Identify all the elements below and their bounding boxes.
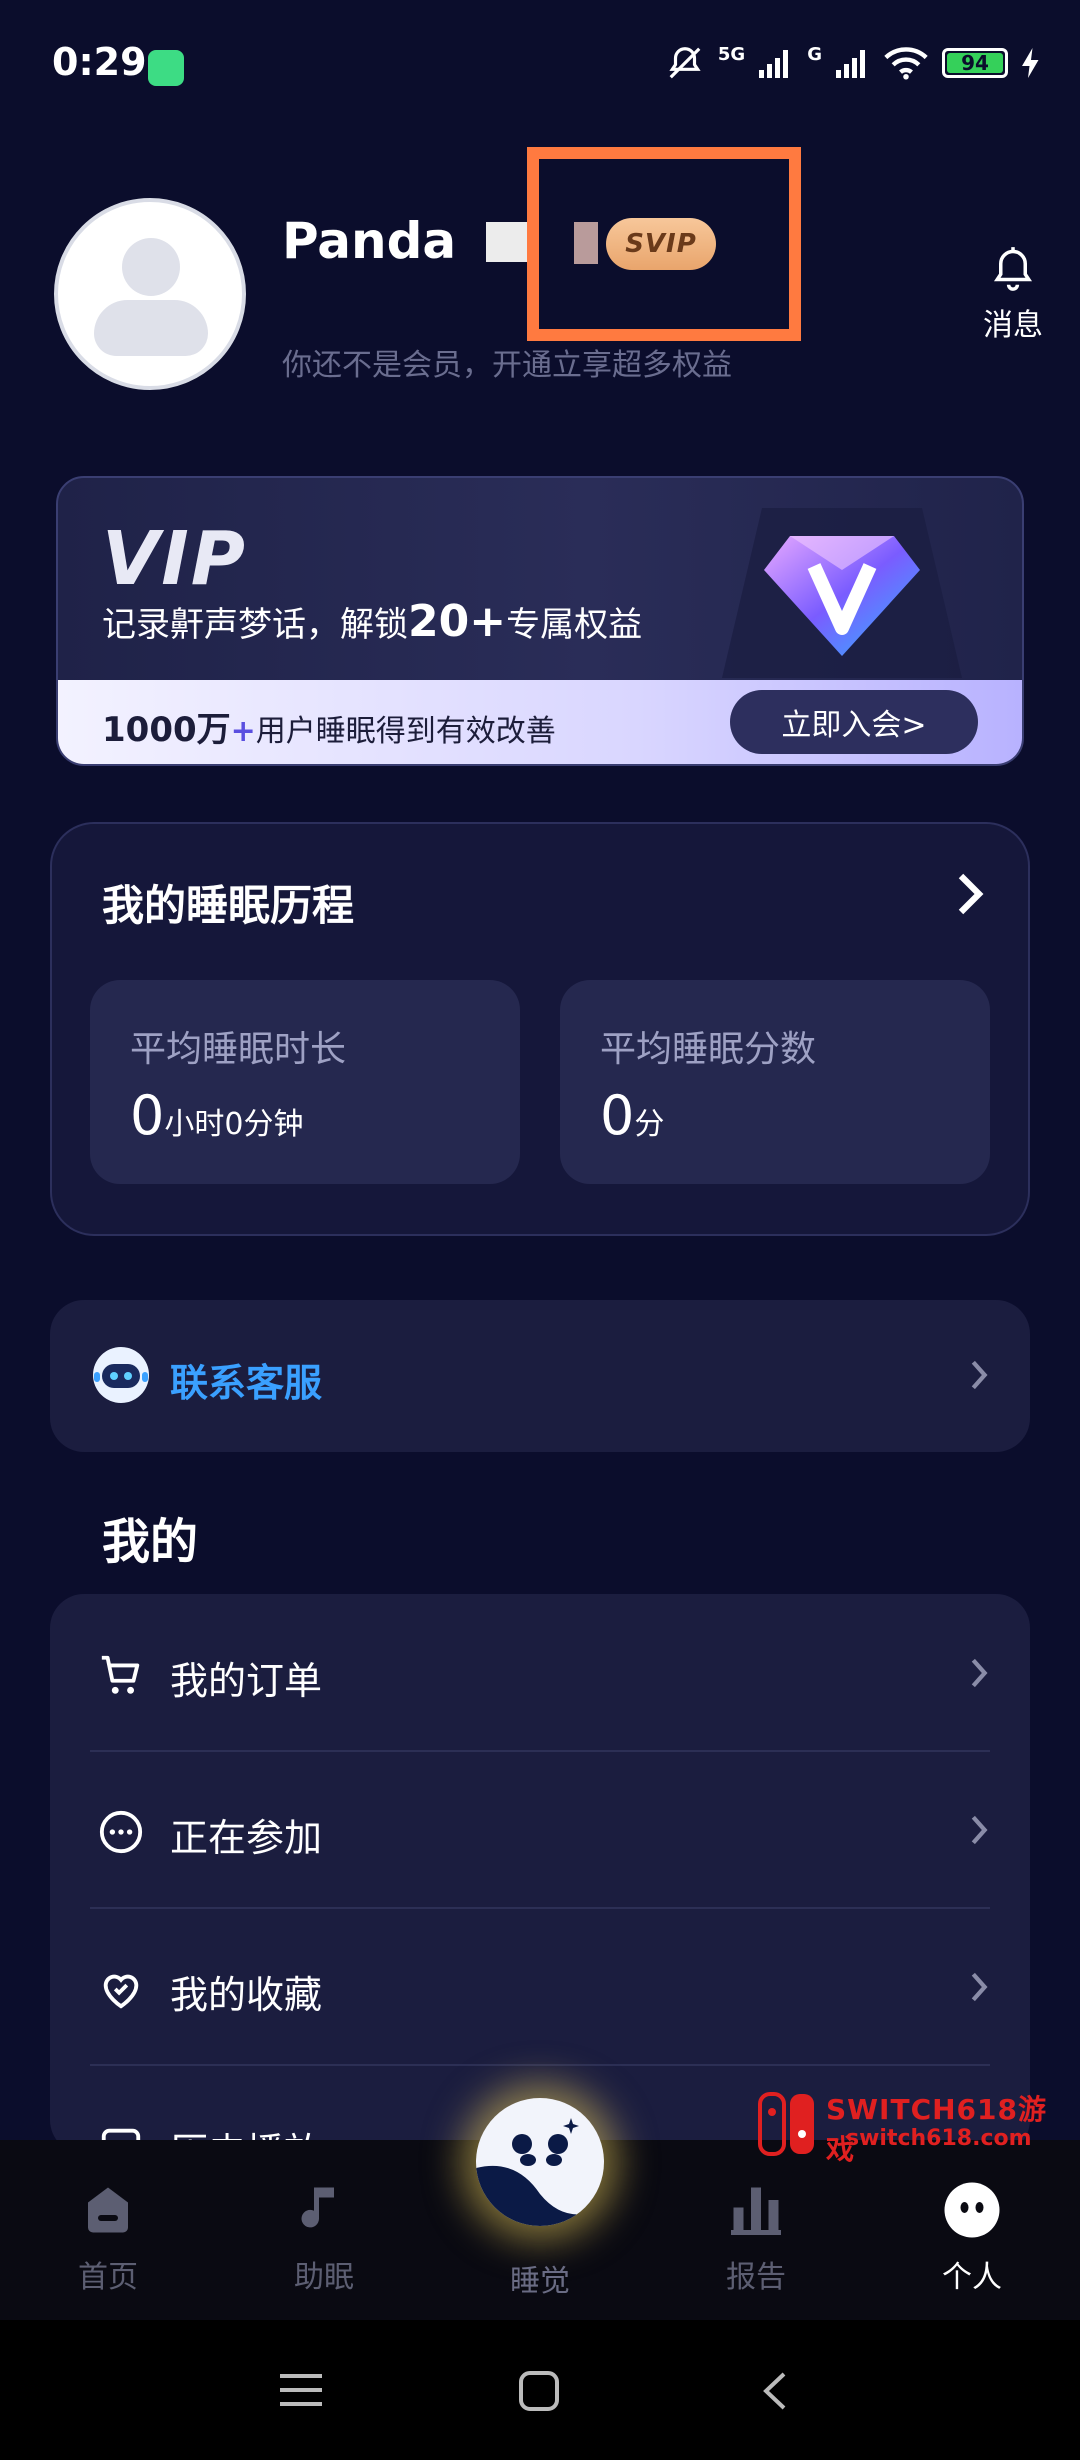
signal-g-label: G <box>807 44 822 65</box>
nav-item-report[interactable]: 报告 <box>696 2180 816 2296</box>
robot-icon <box>93 1347 149 1403</box>
vip-desc-number: 20+ <box>408 596 507 647</box>
vip-desc-suffix: 专属权益 <box>506 605 643 645</box>
list-item-my-orders[interactable]: 我的订单 <box>50 1594 1030 1751</box>
switch-logo-icon <box>758 2092 814 2156</box>
sleep-history-card[interactable]: 我的睡眠历程 平均睡眠时长 0小时0分钟 平均睡眠分数 0分 <box>50 822 1030 1236</box>
avg-sleep-duration-label: 平均睡眠时长 <box>130 1029 347 1070</box>
avg-sleep-duration-card: 平均睡眠时长 0小时0分钟 <box>90 980 520 1184</box>
more-circle-icon <box>99 1810 143 1854</box>
avg-sleep-score-unit: 分 <box>634 1107 665 1142</box>
back-icon[interactable] <box>760 2370 790 2412</box>
nav-label-sleep: 睡觉 <box>510 2264 570 2299</box>
vip-bottom-desc: 用户睡眠得到有效改善 <box>255 714 556 749</box>
status-icons: 5G G 94 <box>666 44 1040 82</box>
contact-support-row[interactable]: 联系客服 <box>50 1300 1030 1452</box>
bell-icon <box>993 247 1033 291</box>
menu-icon[interactable] <box>280 2372 322 2408</box>
avg-sleep-score-number: 0 <box>600 1084 635 1147</box>
chevron-right-icon <box>971 1658 988 1688</box>
mute-bell-icon <box>669 47 701 79</box>
heart-icon <box>103 1974 139 2009</box>
charging-icon <box>1022 48 1039 78</box>
avatar-head-shape <box>122 238 180 296</box>
status-time: 0:29 <box>52 40 147 84</box>
avatar-body-shape <box>94 300 208 356</box>
cart-icon <box>101 1655 140 1694</box>
nav-label-report: 报告 <box>726 2260 786 2295</box>
nav-item-sleep-aid[interactable]: 助眠 <box>264 2180 384 2296</box>
list-label-participating: 正在参加 <box>170 1816 323 1860</box>
notifications-button[interactable]: 消息 <box>978 246 1048 344</box>
nav-label-home: 首页 <box>78 2260 138 2295</box>
chevron-right-icon <box>971 1815 988 1845</box>
avg-sleep-duration-value: 0小时0分钟 <box>130 1084 303 1147</box>
profile-face-icon <box>944 2182 1000 2238</box>
list-label-my-orders: 我的订单 <box>170 1659 323 1703</box>
vip-desc-prefix: 记录鼾声梦话，解锁 <box>102 605 408 645</box>
sleep-history-title: 我的睡眠历程 <box>102 881 355 930</box>
avg-sleep-score-value: 0分 <box>600 1084 664 1147</box>
avg-sleep-score-card: 平均睡眠分数 0分 <box>560 980 990 1184</box>
list-item-participating[interactable]: 正在参加 <box>50 1751 1030 1908</box>
nav-label-profile: 个人 <box>942 2260 1002 2295</box>
home-square-icon[interactable] <box>518 2370 560 2412</box>
chevron-right-icon <box>971 1972 988 2002</box>
notifications-label: 消息 <box>983 308 1043 343</box>
vip-card[interactable]: VIP 记录鼾声梦话，解锁20+专属权益 1000万+用户睡眠得到有效改善 立即… <box>56 476 1024 766</box>
system-nav-bar <box>0 2320 1080 2460</box>
avg-sleep-duration-unit: 小时0分钟 <box>164 1107 304 1142</box>
chevron-right-icon[interactable] <box>952 872 988 916</box>
signal-5g-label: 5G <box>717 44 746 65</box>
wifi-icon <box>884 47 928 80</box>
membership-subtitle: 你还不是会员，开通立享超多权益 <box>282 348 732 383</box>
my-section-title: 我的 <box>102 1514 199 1570</box>
signal-icon <box>759 50 789 78</box>
bar-chart-icon <box>731 2187 781 2235</box>
signal-icon-2 <box>836 50 865 78</box>
highlight-box <box>527 147 801 341</box>
vip-bottom-bar: 1000万+用户睡眠得到有效改善 立即入会> <box>58 680 1022 764</box>
avg-sleep-score-label: 平均睡眠分数 <box>600 1029 817 1070</box>
vip-title: VIP <box>102 516 248 602</box>
chevron-right-icon <box>971 1360 988 1390</box>
redacted-block <box>486 222 528 262</box>
vip-plus: + <box>230 714 256 749</box>
avatar[interactable] <box>54 198 246 390</box>
vip-bottom-text: 1000万+用户睡眠得到有效改善 <box>102 702 556 751</box>
contact-support-label: 联系客服 <box>170 1361 323 1405</box>
vip-description: 记录鼾声梦话，解锁20+专属权益 <box>102 596 642 647</box>
status-bar: 0:29 5G G 94 <box>0 0 1080 140</box>
nav-item-profile[interactable]: 个人 <box>912 2180 1032 2296</box>
my-menu-list: 我的订单 正在参加 我的收藏 历史播放 <box>50 1594 1030 2154</box>
vip-user-count: 1000万 <box>102 710 231 750</box>
nav-item-home[interactable]: 首页 <box>48 2180 168 2296</box>
join-vip-button[interactable]: 立即入会> <box>730 690 978 754</box>
diamond-icon <box>722 488 962 688</box>
list-item-favorites[interactable]: 我的收藏 <box>50 1908 1030 2065</box>
sleep-center-button[interactable] <box>476 2098 604 2226</box>
watermark-url: switch618.com <box>846 2126 1032 2151</box>
watermark: SWITCH618游戏 switch618.com <box>756 2088 1056 2166</box>
music-note-icon <box>301 2187 334 2228</box>
battery-level: 94 <box>961 51 989 75</box>
username[interactable]: Panda <box>282 212 456 270</box>
panda-moon-icon <box>476 2118 604 2226</box>
avg-sleep-duration-number: 0 <box>130 1084 165 1147</box>
nav-label-sleep-aid: 助眠 <box>294 2260 354 2295</box>
battery-icon: 94 <box>942 48 1008 78</box>
android-icon <box>148 50 184 86</box>
list-label-favorites: 我的收藏 <box>170 1973 323 2017</box>
home-icon <box>88 2187 128 2233</box>
